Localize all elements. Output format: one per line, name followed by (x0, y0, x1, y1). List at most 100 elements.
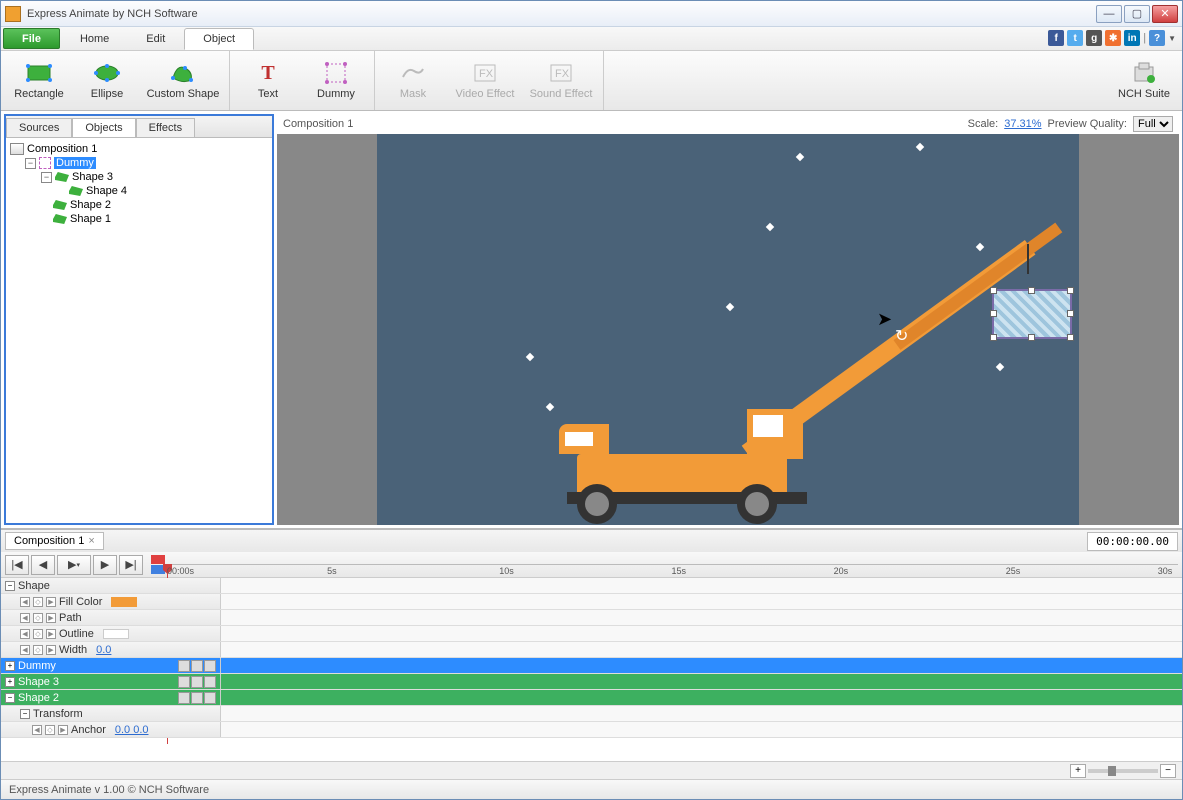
eye-icon[interactable] (178, 660, 190, 672)
maximize-button[interactable]: ▢ (1124, 5, 1150, 23)
lock-icon[interactable] (191, 660, 203, 672)
tool-dummy[interactable]: Dummy (302, 53, 370, 108)
track-fill-color[interactable]: ◀◇▶Fill Color (1, 594, 1182, 610)
solo-icon[interactable] (204, 660, 216, 672)
canvas-title: Composition 1 (283, 118, 353, 130)
timeline-panel: Composition 1 × 00:00:00.00 |◀ ◀ ▶▾ ▶ ▶|… (1, 529, 1182, 779)
tool-custom-shape[interactable]: Custom Shape (141, 53, 225, 108)
help-icon[interactable]: ? (1149, 30, 1165, 46)
titlebar: Express Animate by NCH Software — ▢ ✕ (1, 1, 1182, 27)
color-swatch[interactable] (103, 629, 129, 639)
minimize-button[interactable]: — (1096, 5, 1122, 23)
tab-objects[interactable]: Objects (72, 118, 135, 137)
tab-effects[interactable]: Effects (136, 118, 195, 137)
tree-dummy[interactable]: − Dummy (10, 156, 268, 170)
scale-value[interactable]: 37.31% (1004, 118, 1041, 130)
track-shape2[interactable]: −Shape 2 (1, 690, 1182, 706)
svg-text:FX: FX (479, 68, 494, 80)
collapse-icon[interactable]: − (25, 158, 36, 169)
marker-red-icon[interactable] (151, 555, 165, 564)
close-button[interactable]: ✕ (1152, 5, 1178, 23)
timeline-ruler[interactable]: 00:00s 5s 10s 15s 20s 25s 30s (165, 564, 1178, 565)
text-icon: T (254, 61, 282, 85)
shape-icon (69, 186, 83, 196)
tool-mask[interactable]: Mask (379, 53, 447, 108)
marker-blue-icon[interactable] (151, 565, 165, 574)
tree-composition[interactable]: Composition 1 (10, 142, 268, 156)
prev-keyframe-icon[interactable]: ◀ (20, 597, 30, 607)
zoom-out-button[interactable]: − (1160, 764, 1176, 778)
custom-shape-icon (169, 61, 197, 85)
composition-stage[interactable]: ➤ ↻ (377, 134, 1079, 525)
close-tab-icon[interactable]: × (88, 535, 94, 547)
play-button[interactable]: ▶▾ (57, 555, 91, 575)
menu-object[interactable]: Object (184, 28, 254, 50)
tool-rectangle[interactable]: Rectangle (5, 53, 73, 108)
track-list[interactable]: −Shape ◀◇▶Fill Color ◀◇▶Path ◀◇▶Outline … (1, 578, 1182, 761)
track-width[interactable]: ◀◇▶Width0.0 (1, 642, 1182, 658)
track-anchor[interactable]: ◀◇▶Anchor0.0 0.0 (1, 722, 1182, 738)
svg-text:FX: FX (555, 68, 570, 80)
app-icon (5, 6, 21, 22)
menu-file[interactable]: File (3, 28, 60, 49)
goto-end-button[interactable]: ▶| (119, 555, 143, 575)
object-tree[interactable]: Composition 1 − Dummy − Shape 3 Shape 4 (6, 138, 272, 523)
tab-sources[interactable]: Sources (6, 118, 72, 137)
step-back-button[interactable]: ◀ (31, 555, 55, 575)
tree-shape3[interactable]: − Shape 3 (10, 170, 268, 184)
ribbon-toolbar: Rectangle Ellipse Custom Shape T Text Du… (1, 51, 1182, 111)
tree-shape1[interactable]: Shape 1 (10, 212, 268, 226)
collapse-icon[interactable]: − (41, 172, 52, 183)
window-title: Express Animate by NCH Software (27, 8, 1096, 20)
dummy-icon (322, 61, 350, 85)
track-transform[interactable]: −Transform (1, 706, 1182, 722)
tool-nch-suite[interactable]: NCH Suite (1110, 53, 1178, 108)
zoom-in-button[interactable]: + (1070, 764, 1086, 778)
collapse-icon[interactable]: − (5, 581, 15, 591)
nch-suite-icon (1130, 61, 1158, 85)
zoom-slider[interactable] (1088, 769, 1158, 773)
timecode-display[interactable]: 00:00:00.00 (1087, 532, 1178, 551)
composition-icon (10, 143, 24, 155)
next-keyframe-icon[interactable]: ▶ (46, 597, 56, 607)
tool-ellipse[interactable]: Ellipse (73, 53, 141, 108)
keyframe-icon[interactable]: ◇ (33, 597, 43, 607)
statusbar: Express Animate v 1.00 © NCH Software (1, 779, 1182, 799)
ellipse-icon (93, 61, 121, 85)
facebook-icon[interactable]: f (1048, 30, 1064, 46)
quality-select[interactable]: Full (1133, 116, 1173, 132)
google-icon[interactable]: g (1086, 30, 1102, 46)
mask-icon (399, 61, 427, 85)
rectangle-icon (25, 61, 53, 85)
menu-home[interactable]: Home (62, 27, 128, 50)
tool-text[interactable]: T Text (234, 53, 302, 108)
dummy-node-icon (39, 157, 51, 169)
shape-icon (53, 214, 67, 224)
rotate-icon: ↻ (895, 326, 908, 346)
track-outline[interactable]: ◀◇▶Outline (1, 626, 1182, 642)
sound-effect-icon: FX (547, 61, 575, 85)
shape-icon (55, 172, 69, 182)
twitter-icon[interactable]: t (1067, 30, 1083, 46)
track-dummy[interactable]: +Dummy (1, 658, 1182, 674)
color-swatch[interactable] (111, 597, 137, 607)
shape-icon (53, 200, 67, 210)
tool-sound-effect[interactable]: FX Sound Effect (523, 53, 599, 108)
goto-start-button[interactable]: |◀ (5, 555, 29, 575)
step-forward-button[interactable]: ▶ (93, 555, 117, 575)
tree-shape4[interactable]: Shape 4 (10, 184, 268, 198)
selected-object[interactable] (992, 289, 1072, 339)
help-dropdown-icon[interactable]: ▼ (1168, 34, 1176, 43)
track-shape[interactable]: −Shape (1, 578, 1182, 594)
timeline-tab[interactable]: Composition 1 × (5, 532, 104, 550)
blog-icon[interactable]: ✱ (1105, 30, 1121, 46)
linkedin-icon[interactable]: in (1124, 30, 1140, 46)
tool-video-effect[interactable]: FX Video Effect (447, 53, 523, 108)
menu-edit[interactable]: Edit (128, 27, 184, 50)
track-path[interactable]: ◀◇▶Path (1, 610, 1182, 626)
tree-shape2[interactable]: Shape 2 (10, 198, 268, 212)
track-shape3[interactable]: +Shape 3 (1, 674, 1182, 690)
scale-label: Scale: (968, 118, 999, 130)
cursor-icon: ➤ (877, 309, 892, 330)
canvas-viewport[interactable]: ➤ ↻ (277, 134, 1179, 525)
